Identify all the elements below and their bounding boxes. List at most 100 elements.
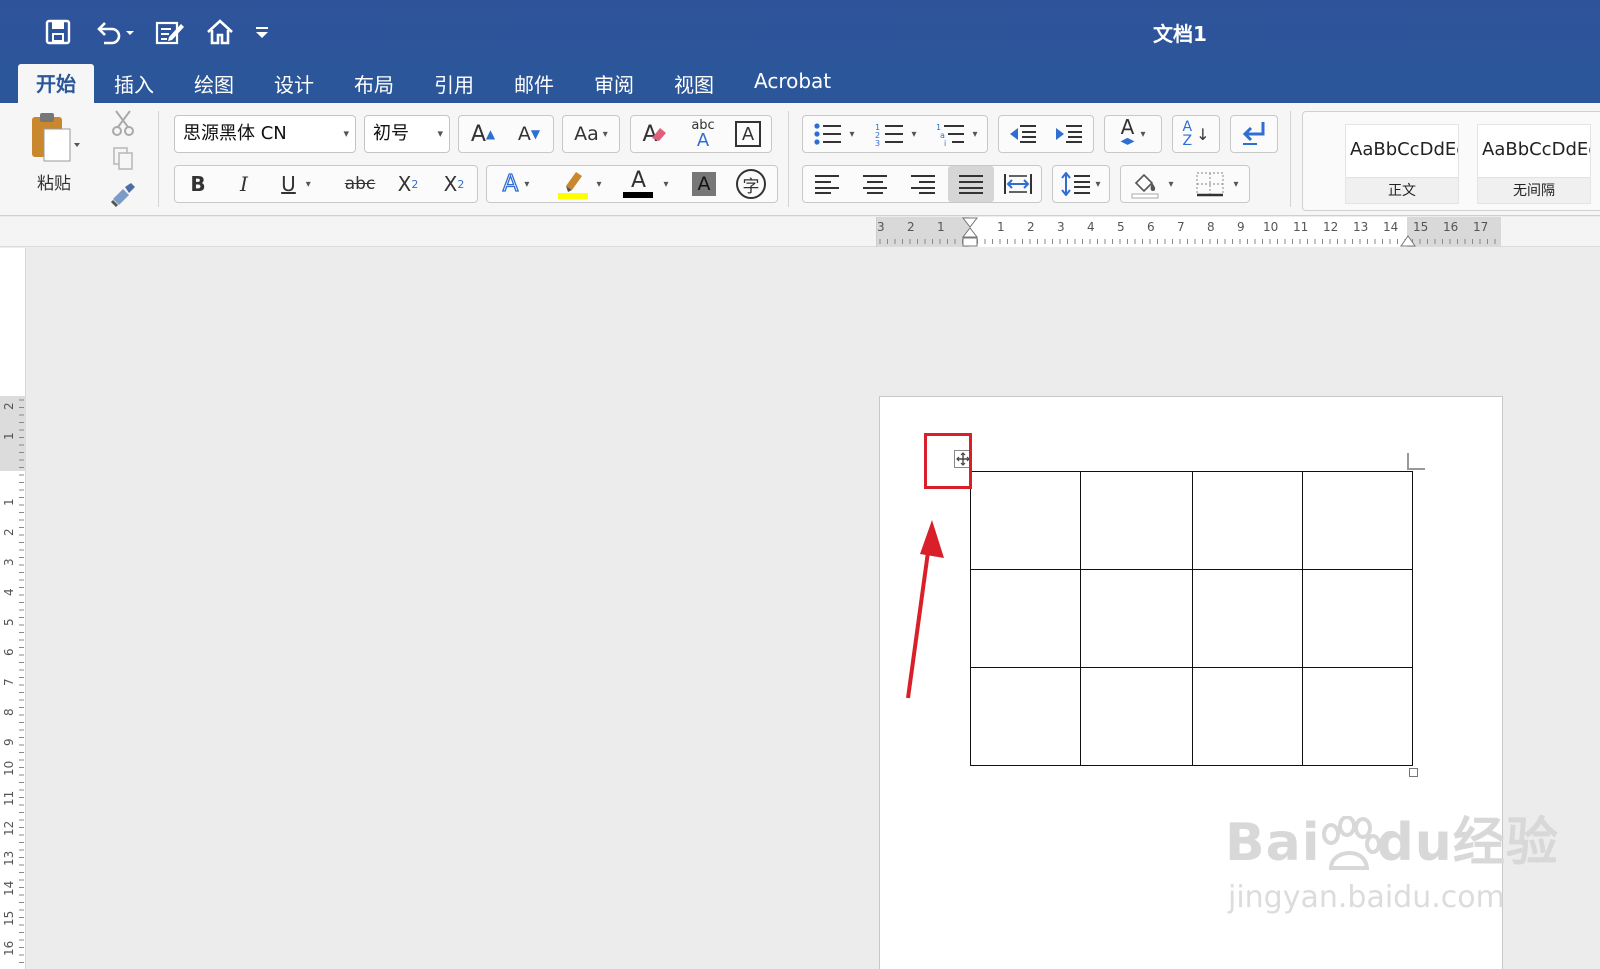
grow-font-button[interactable]: A ▲: [460, 116, 506, 152]
ruler-number: 2: [2, 528, 16, 536]
table-cell[interactable]: [970, 667, 1081, 766]
font-size-value: 初号: [373, 123, 409, 144]
text-direction-button[interactable]: A ◂▸ ▾: [1106, 116, 1160, 152]
tab-draw[interactable]: 绘图: [174, 64, 254, 103]
shrink-font-button[interactable]: A ▼: [506, 116, 552, 152]
bold-button[interactable]: B: [176, 166, 220, 202]
subscript-button[interactable]: X2: [386, 166, 430, 202]
paste-button[interactable]: 粘贴: [18, 109, 90, 199]
right-indent-marker-icon[interactable]: [1399, 233, 1417, 247]
align-left-button[interactable]: [804, 166, 850, 202]
tab-layout[interactable]: 布局: [334, 64, 414, 103]
ruler-number: 2: [2, 402, 16, 410]
vertical-ruler[interactable]: 2 1 1 2 3 4 5 6 7 8 9 10 11 12 13 14 15 16: [0, 248, 26, 969]
text-boundary-corner: [1407, 453, 1425, 470]
font-name-combo[interactable]: 思源黑体 CN ▾: [174, 115, 356, 153]
multilevel-list-button[interactable]: 1ai ▾: [928, 116, 986, 152]
horizontal-ruler[interactable]: 3 2 1 1 2 3 4 5 6 7 8 9 10 11 12 13 14 15 16 17: [876, 217, 1501, 247]
cut-button[interactable]: [106, 107, 140, 139]
distributed-button[interactable]: [996, 166, 1040, 202]
format-painter-icon: [110, 183, 135, 208]
strikethrough-button[interactable]: abc: [336, 166, 384, 202]
char-shading-button[interactable]: A: [682, 166, 726, 202]
style-sample: AaBbCcDdEe: [1482, 139, 1590, 160]
copy-button[interactable]: [106, 143, 140, 175]
tab-references[interactable]: 引用: [414, 64, 494, 103]
superscript-mark: 2: [457, 177, 465, 191]
numbered-list-icon: 123: [875, 123, 904, 146]
align-center-icon: [863, 175, 887, 194]
underline-icon: U: [281, 172, 296, 196]
watermark-logo-paw: du: [1376, 813, 1453, 873]
table-cell[interactable]: [970, 471, 1081, 570]
font-size-combo[interactable]: 初号 ▾: [364, 115, 450, 153]
table-cell[interactable]: [1080, 667, 1193, 766]
align-right-button[interactable]: [900, 166, 946, 202]
tab-home[interactable]: 开始: [18, 64, 94, 103]
document-table[interactable]: [970, 471, 1413, 766]
tab-insert[interactable]: 插入: [94, 64, 174, 103]
phonetic-guide-button[interactable]: abc A: [680, 116, 726, 152]
table-cell[interactable]: [970, 569, 1081, 668]
align-center-button[interactable]: [852, 166, 898, 202]
justify-button[interactable]: [948, 166, 994, 202]
text-effects-button[interactable]: A ▾: [488, 166, 544, 202]
numbering-button[interactable]: 123 ▾: [866, 116, 926, 152]
font-color-button[interactable]: A ▾: [614, 166, 678, 202]
superscript-button[interactable]: X2: [432, 166, 476, 202]
enclose-char-button[interactable]: 字: [728, 166, 774, 202]
ruler-number: 17: [1473, 220, 1488, 234]
ruler-number: 13: [2, 851, 16, 866]
table-resize-handle[interactable]: [1409, 768, 1418, 777]
line-spacing-button[interactable]: ▾: [1054, 166, 1108, 202]
table-cell[interactable]: [1080, 471, 1193, 570]
ruler-number: 1: [2, 432, 16, 440]
table-cell[interactable]: [1192, 569, 1303, 668]
copy-icon: [113, 147, 133, 170]
tab-view[interactable]: 视图: [654, 64, 734, 103]
style-no-spacing[interactable]: AaBbCcDdEe 无间隔: [1477, 124, 1591, 204]
shading-button[interactable]: ▾: [1122, 166, 1182, 202]
tab-design[interactable]: 设计: [254, 64, 334, 103]
clear-format-button[interactable]: A: [632, 116, 678, 152]
font-color-letter: A: [630, 168, 647, 193]
table-cell[interactable]: [1192, 471, 1303, 570]
decrease-indent-button[interactable]: [1000, 116, 1046, 152]
watermark-brand: 经验: [1452, 813, 1559, 873]
tab-review[interactable]: 审阅: [574, 64, 654, 103]
ruler-number: 7: [1177, 220, 1185, 234]
subscript-icon: X: [397, 172, 412, 196]
table-cell[interactable]: [1302, 667, 1413, 766]
save-button[interactable]: [40, 14, 76, 50]
bullets-button[interactable]: ▾: [804, 116, 864, 152]
customize-qat-button[interactable]: [252, 14, 272, 50]
table-cell[interactable]: [1302, 569, 1413, 668]
text-effects-icon: A: [502, 170, 519, 197]
scissors-icon: [112, 110, 134, 136]
change-case-button[interactable]: Aa ▾: [564, 116, 618, 152]
sort-button[interactable]: A Z ↓: [1174, 116, 1218, 152]
table-cell[interactable]: [1302, 471, 1413, 570]
indent-marker-icon[interactable]: [961, 217, 979, 247]
underline-button[interactable]: U ▾: [268, 166, 324, 202]
ruler-number: 15: [2, 911, 16, 926]
char-border-icon: A: [735, 121, 761, 147]
show-marks-button[interactable]: [1232, 116, 1276, 152]
style-normal[interactable]: AaBbCcDdEe 正文: [1345, 124, 1459, 204]
save-icon: [45, 19, 71, 45]
table-row: [970, 471, 1413, 570]
table-cell[interactable]: [1080, 569, 1193, 668]
format-painter-button[interactable]: [106, 179, 140, 211]
justify-icon: [959, 175, 983, 194]
home-button[interactable]: [202, 14, 238, 50]
table-cell[interactable]: [1192, 667, 1303, 766]
tab-acrobat[interactable]: Acrobat: [734, 64, 851, 103]
edit-document-button[interactable]: [152, 14, 188, 50]
italic-button[interactable]: I: [222, 166, 266, 202]
char-border-button[interactable]: A: [726, 116, 770, 152]
increase-indent-button[interactable]: [1046, 116, 1092, 152]
borders-button[interactable]: ▾: [1186, 166, 1248, 202]
undo-button[interactable]: [90, 14, 138, 50]
tab-mailings[interactable]: 邮件: [494, 64, 574, 103]
highlight-button[interactable]: ▾: [548, 166, 610, 202]
